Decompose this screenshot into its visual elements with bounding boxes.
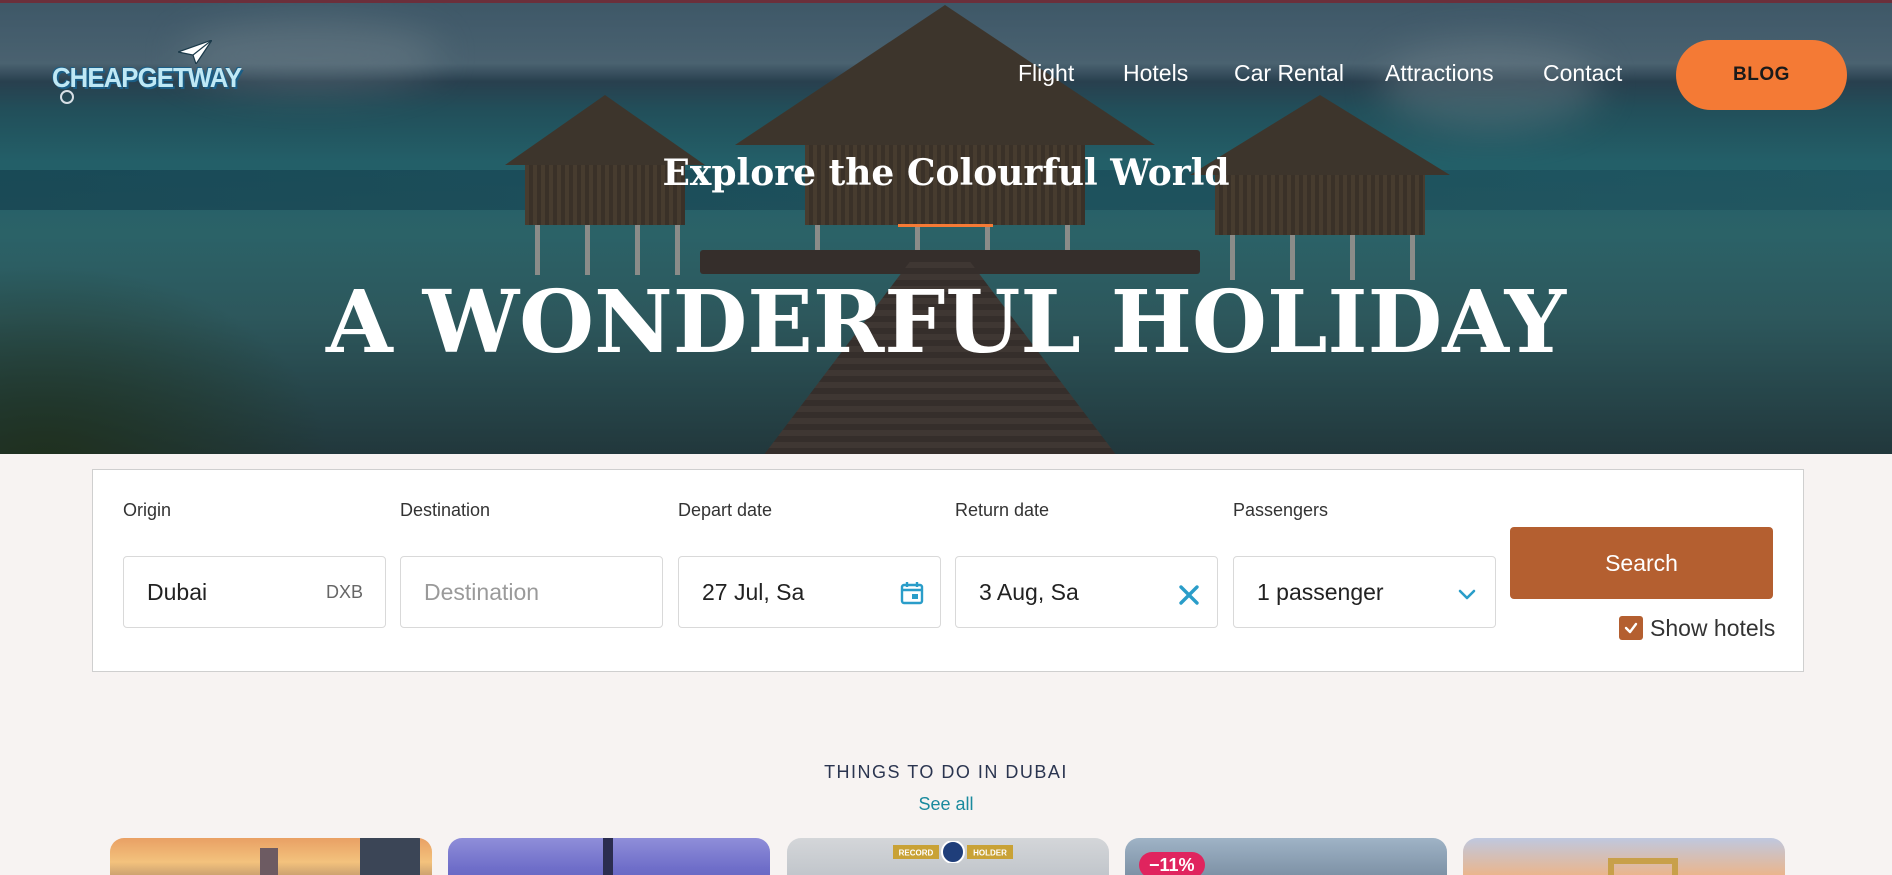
svg-text:HOLDER: HOLDER [973,849,1007,858]
check-icon [1624,622,1638,634]
globe-icon [60,90,74,104]
svg-text:RECORD: RECORD [899,849,934,858]
show-hotels-label: Show hotels [1650,614,1776,641]
origin-field: Origin Dubai DXB [123,500,386,628]
hero-title: A WONDERFUL HOLIDAY [325,272,1567,373]
attraction-card[interactable] [1463,838,1785,875]
passengers-label: Passengers [1233,500,1329,520]
flight-search-panel: Origin Dubai DXB Destination Destination… [92,469,1804,672]
nav-contact[interactable]: Contact [1543,60,1622,87]
passengers-select[interactable]: 1 passenger [1233,556,1496,628]
show-hotels-toggle[interactable]: Show hotels [1619,613,1775,643]
nav-hotels[interactable]: Hotels [1123,60,1188,87]
destination-input[interactable]: Destination [400,556,663,628]
return-date-field: Return date 3 Aug, Sa [955,500,1218,628]
paper-plane-icon [178,40,212,64]
return-date-value: 3 Aug, Sa [979,579,1079,605]
origin-value: Dubai [147,579,208,605]
chevron-down-icon [1458,589,1476,600]
origin-label: Origin [123,500,172,520]
passengers-value: 1 passenger [1257,579,1384,605]
logo-text: CHEAPGETWAY [52,62,242,93]
hero-underline [898,224,993,227]
attraction-card[interactable] [110,838,432,875]
close-icon[interactable] [1175,581,1203,609]
depart-date-label: Depart date [678,500,773,520]
depart-date-value: 27 Jul, Sa [702,579,805,605]
destination-field: Destination Destination [400,500,663,628]
hero-banner: CHEAPGETWAY Flight Hotels Car Rental Att… [0,0,1892,454]
attraction-card[interactable]: RECORD HOLDER [787,838,1109,875]
nav-car-rental[interactable]: Car Rental [1234,60,1344,87]
attraction-card[interactable] [448,838,770,875]
search-button[interactable]: Search [1510,527,1773,599]
calendar-icon[interactable] [898,579,926,607]
hero-subtitle: Explore the Colourful World [662,152,1230,194]
blog-button[interactable]: BLOG [1676,40,1847,110]
depart-date-field: Depart date 27 Jul, Sa [678,500,941,628]
destination-placeholder: Destination [424,579,540,605]
nav-attractions[interactable]: Attractions [1385,60,1494,87]
destination-label: Destination [400,500,491,520]
origin-code: DXB [325,582,363,602]
show-hotels-checkbox[interactable] [1619,616,1643,640]
return-date-label: Return date [955,500,1050,520]
origin-input[interactable]: Dubai DXB [123,556,386,628]
nav-flight[interactable]: Flight [1018,60,1074,87]
discount-badge: −11% [1139,852,1205,875]
return-date-input[interactable]: 3 Aug, Sa [955,556,1218,628]
depart-date-input[interactable]: 27 Jul, Sa [678,556,941,628]
record-holder-badge: RECORD HOLDER [893,840,1013,864]
section-title: THINGS TO DO IN DUBAI [824,762,1068,782]
passengers-field: Passengers 1 passenger [1233,500,1496,628]
brand-logo[interactable]: CHEAPGETWAY [52,40,242,112]
attraction-card[interactable]: −11% [1125,838,1447,875]
see-all-link[interactable]: See all [0,794,1892,815]
